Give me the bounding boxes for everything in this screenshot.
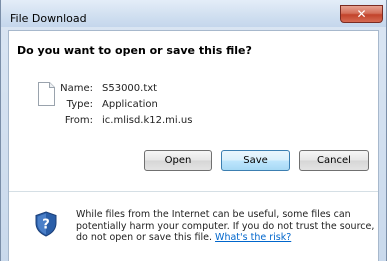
dialog-question: Do you want to open or save this file?	[17, 44, 252, 57]
file-download-window: File Download ✕ Do you want to open or s…	[0, 0, 387, 261]
window-title: File Download	[10, 12, 87, 25]
file-source-value: ic.mlisd.k12.mi.us	[102, 115, 193, 126]
name-label: Name:	[60, 83, 93, 94]
section-divider	[9, 191, 378, 192]
open-button[interactable]: Open	[144, 150, 212, 171]
file-name-value: S53000.txt	[102, 83, 158, 94]
from-label: From:	[64, 115, 93, 126]
title-bar[interactable]: File Download ✕	[1, 0, 386, 27]
close-icon: ✕	[356, 7, 367, 21]
shield-question-icon: ?	[35, 211, 57, 237]
svg-text:?: ?	[42, 218, 50, 233]
whats-the-risk-link[interactable]: What's the risk?	[215, 232, 291, 243]
save-button[interactable]: Save	[221, 150, 290, 171]
security-warning: While files from the Internet can be use…	[76, 209, 376, 244]
type-label: Type:	[66, 99, 93, 110]
file-type-value: Application	[102, 99, 158, 110]
dialog-content: Do you want to open or save this file? N…	[8, 30, 379, 261]
cancel-button[interactable]: Cancel	[299, 150, 369, 171]
close-button[interactable]: ✕	[340, 5, 383, 23]
